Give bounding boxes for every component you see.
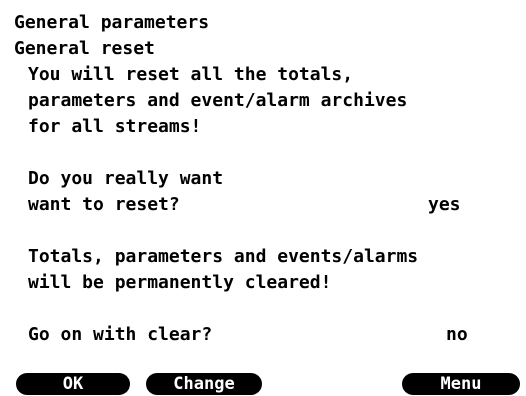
warning-line-3: for all streams! [28, 116, 202, 137]
notice-line-2: will be permanently cleared! [28, 272, 332, 293]
warning-line-2: parameters and event/alarm archives [28, 90, 408, 111]
screen-title: General parameters [14, 12, 210, 33]
ok-button[interactable]: OK [16, 373, 130, 395]
screen-subtitle: General reset [14, 38, 155, 59]
question2-label: Go on with clear? [28, 324, 213, 345]
question1-line-1: Do you really want [28, 168, 224, 189]
reset-confirm-value[interactable]: yes [428, 192, 461, 218]
softkey-bar: OK Change Menu [0, 371, 526, 396]
clear-confirm-value[interactable]: no [446, 322, 468, 348]
change-button[interactable]: Change [146, 373, 262, 395]
notice-line-1: Totals, parameters and events/alarms [28, 246, 419, 267]
device-screen: General parameters General reset You wil… [0, 0, 526, 396]
menu-button[interactable]: Menu [402, 373, 520, 395]
warning-line-1: You will reset all the totals, [28, 64, 354, 85]
question1-line-2: want to reset? [28, 194, 180, 215]
